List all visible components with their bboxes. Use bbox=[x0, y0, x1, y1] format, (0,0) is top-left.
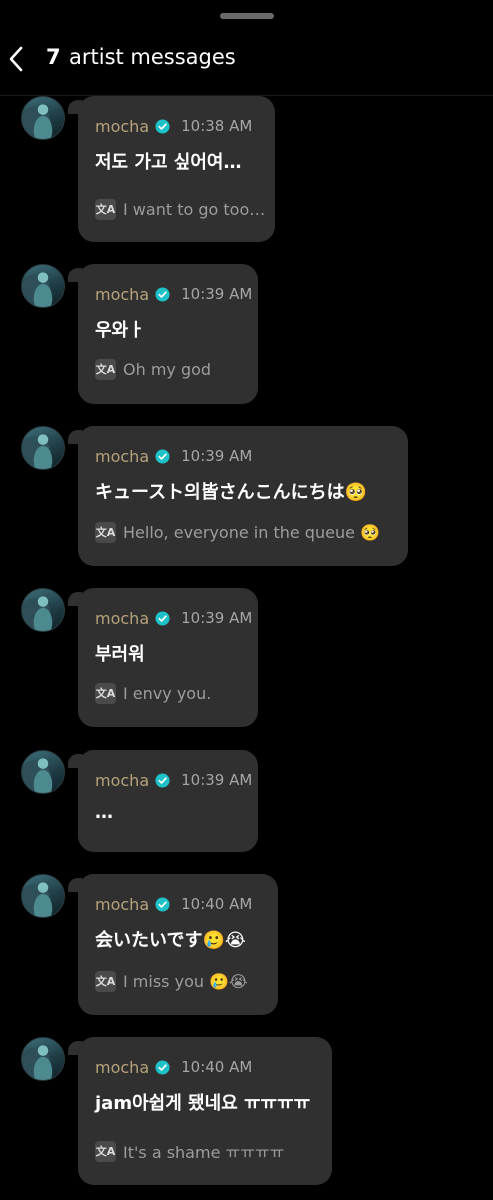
message-meta: mocha 10:40 AM bbox=[95, 1056, 252, 1078]
message-text: 会いたいです🥲😭 bbox=[95, 930, 246, 951]
message-text: 저도 가고 싶어여… bbox=[95, 152, 242, 173]
message-bubble[interactable]: mocha 10:38 AM 저도 가고 싶어여… 文A I want to g… bbox=[78, 96, 275, 242]
sender-name: mocha bbox=[95, 284, 150, 304]
translate-icon: 文A bbox=[95, 198, 116, 220]
verified-badge-icon bbox=[155, 772, 170, 788]
message-bubble[interactable]: mocha 10:40 AM jam아쉽게 됐네요 ㅠㅠㅠㅠ 文A It's a… bbox=[78, 1037, 332, 1185]
avatar[interactable] bbox=[21, 426, 65, 470]
translation-text: Hello, everyone in the queue 🥺 bbox=[123, 522, 380, 542]
drag-handle[interactable] bbox=[220, 13, 274, 19]
message-bubble[interactable]: mocha 10:40 AM 会いたいです🥲😭 文A I miss you 🥲😭 bbox=[78, 874, 278, 1015]
message-meta: mocha 10:39 AM bbox=[95, 607, 252, 629]
translation-row: 文A Hello, everyone in the queue 🥺 bbox=[95, 521, 380, 543]
sender-name: mocha bbox=[95, 770, 150, 790]
message-text: 부러워 bbox=[95, 644, 145, 665]
message-meta: mocha 10:38 AM bbox=[95, 115, 252, 137]
message-time: 10:40 AM bbox=[181, 895, 253, 913]
message-meta: mocha 10:39 AM bbox=[95, 769, 252, 791]
message-time: 10:40 AM bbox=[181, 1058, 253, 1076]
translation-row: 文A I want to go too… bbox=[95, 198, 265, 220]
message-bubble[interactable]: mocha 10:39 AM キュースト의皆さんこんにちは🥺 文A Hello,… bbox=[78, 426, 408, 566]
avatar[interactable] bbox=[21, 750, 65, 794]
message-time: 10:39 AM bbox=[181, 447, 253, 465]
chevron-left-icon bbox=[9, 46, 23, 72]
translate-icon: 文A bbox=[95, 1140, 116, 1162]
message-count: 7 bbox=[46, 45, 61, 69]
translate-icon: 文A bbox=[95, 682, 116, 704]
translation-row: 文A It's a shame ㅠㅠㅠㅠ bbox=[95, 1140, 284, 1162]
back-button[interactable] bbox=[4, 42, 28, 76]
page-title: artist messages bbox=[69, 45, 236, 69]
message-bubble[interactable]: mocha 10:39 AM 부러워 文A I envy you. bbox=[78, 588, 258, 727]
sender-name: mocha bbox=[95, 608, 150, 628]
translate-icon: 文A bbox=[95, 970, 116, 992]
message-meta: mocha 10:39 AM bbox=[95, 445, 252, 467]
avatar[interactable] bbox=[21, 264, 65, 308]
translate-icon: 文A bbox=[95, 521, 116, 543]
message-text: 우와ㅏ bbox=[95, 320, 145, 341]
sender-name: mocha bbox=[95, 116, 150, 136]
translation-row: 文A I envy you. bbox=[95, 682, 211, 704]
sender-name: mocha bbox=[95, 894, 150, 914]
translate-icon: 文A bbox=[95, 358, 116, 380]
translation-text: I want to go too… bbox=[123, 199, 266, 219]
verified-badge-icon bbox=[155, 1059, 170, 1075]
message-text: jam아쉽게 됐네요 ㅠㅠㅠㅠ bbox=[95, 1093, 311, 1114]
verified-badge-icon bbox=[155, 610, 170, 626]
artist-messages-screen: 7 artist messages mocha 10:38 AM 저도 가고 싶… bbox=[0, 0, 493, 1200]
avatar[interactable] bbox=[21, 588, 65, 632]
avatar[interactable] bbox=[21, 1037, 65, 1081]
translation-text: Oh my god bbox=[123, 359, 212, 379]
message-meta: mocha 10:39 AM bbox=[95, 283, 252, 305]
message-meta: mocha 10:40 AM bbox=[95, 893, 252, 915]
translation-row: 文A Oh my god bbox=[95, 358, 211, 380]
translation-text: I miss you 🥲😭 bbox=[123, 971, 248, 991]
translation-text: I envy you. bbox=[123, 683, 212, 703]
verified-badge-icon bbox=[155, 118, 170, 134]
verified-badge-icon bbox=[155, 896, 170, 912]
message-bubble[interactable]: mocha 10:39 AM 우와ㅏ 文A Oh my god bbox=[78, 264, 258, 404]
sender-name: mocha bbox=[95, 446, 150, 466]
message-text: キュースト의皆さんこんにちは🥺 bbox=[95, 482, 368, 503]
verified-badge-icon bbox=[155, 448, 170, 464]
message-text: … bbox=[95, 802, 113, 823]
message-time: 10:39 AM bbox=[181, 609, 253, 627]
message-bubble[interactable]: mocha 10:39 AM … bbox=[78, 750, 258, 852]
avatar[interactable] bbox=[21, 96, 65, 140]
message-time: 10:39 AM bbox=[181, 285, 253, 303]
translation-row: 文A I miss you 🥲😭 bbox=[95, 970, 248, 992]
translation-text: It's a shame ㅠㅠㅠㅠ bbox=[123, 1143, 285, 1162]
header: 7 artist messages bbox=[0, 30, 493, 94]
verified-badge-icon bbox=[155, 286, 170, 302]
message-time: 10:38 AM bbox=[181, 117, 253, 135]
message-time: 10:39 AM bbox=[181, 771, 253, 789]
avatar[interactable] bbox=[21, 874, 65, 918]
sender-name: mocha bbox=[95, 1057, 150, 1077]
